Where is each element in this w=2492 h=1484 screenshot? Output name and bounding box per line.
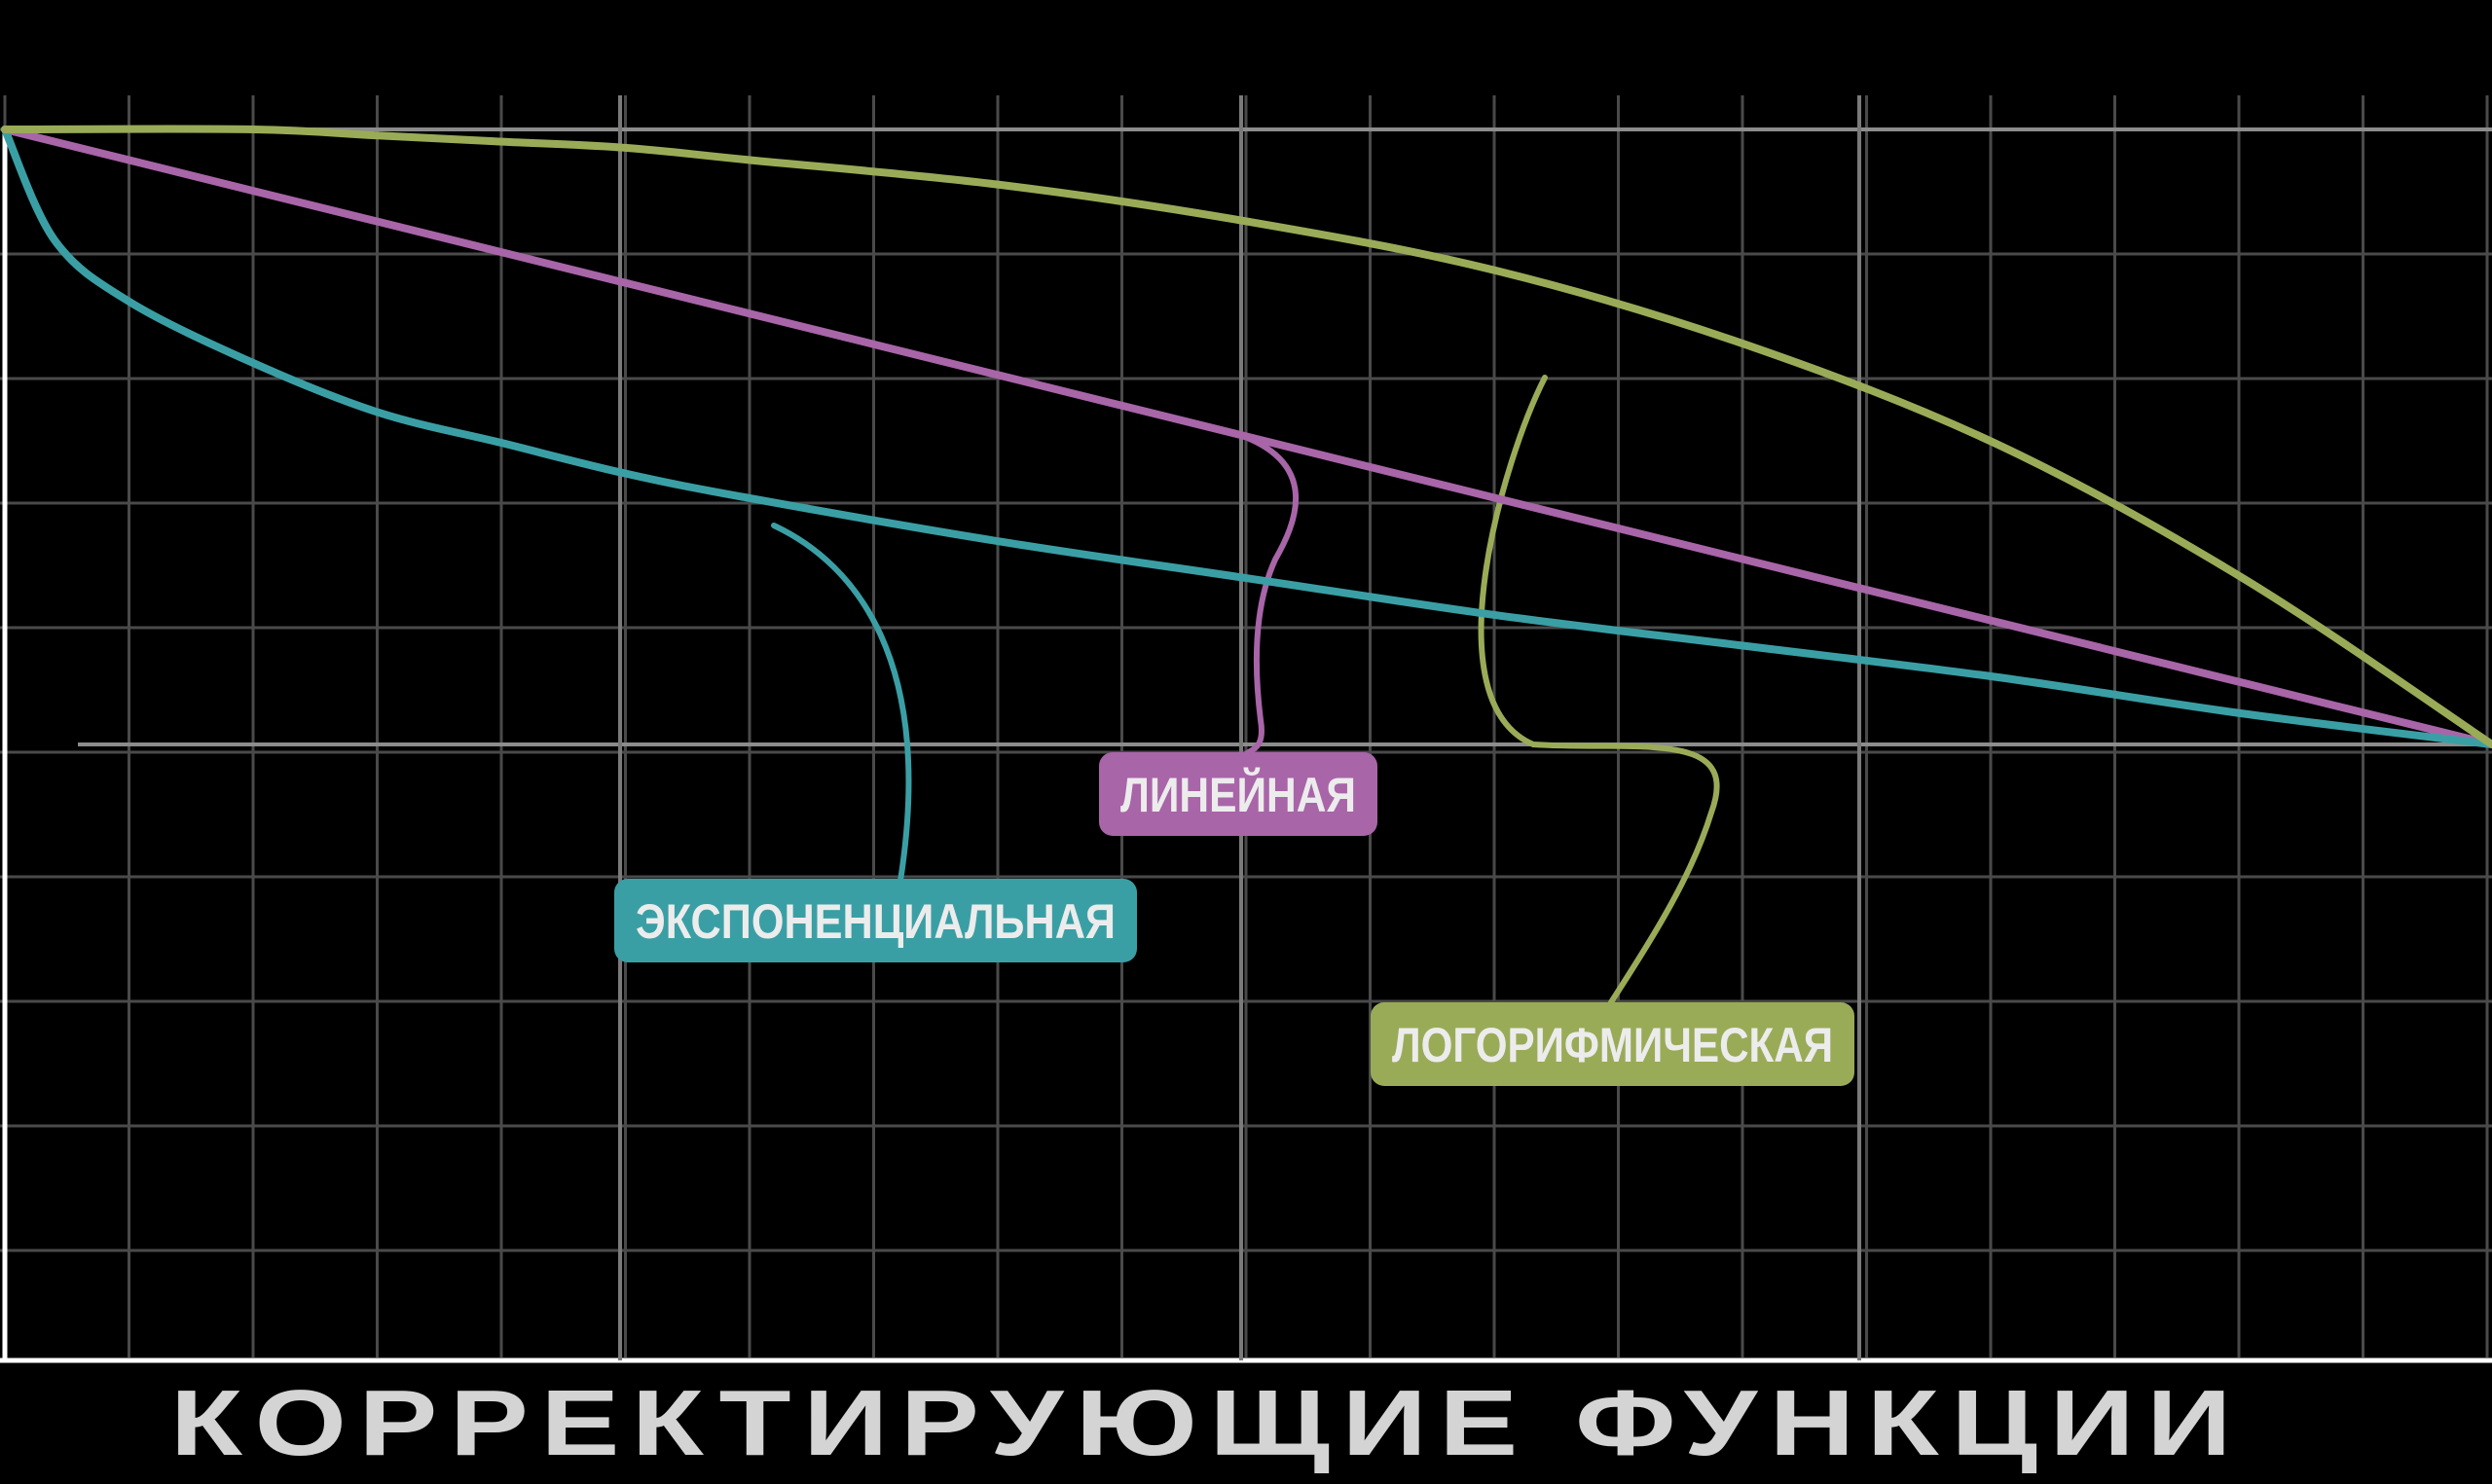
exponential-label-text: ЭКСПОНЕНЦИАЛЬНАЯ [636, 894, 1116, 949]
linear-leader-line [1231, 430, 1300, 757]
linear-label: ЛИНЕЙНАЯ [1099, 752, 1377, 836]
chart: ЛИНЕЙНАЯЭКСПОНЕНЦИАЛЬНАЯЛОГОРИФМИЧЕСКАЯ … [0, 95, 2492, 1475]
chart-title: КОРРЕКТИРУЮЩИЕ ФУНКЦИИ [170, 1371, 2244, 1475]
logarithmic-label-text: ЛОГОРИФМИЧЕСКАЯ [1392, 1018, 1833, 1072]
logarithmic-leader-line [1478, 375, 1720, 1005]
exponential-leader-line [771, 523, 912, 884]
linear-label-text: ЛИНЕЙНАЯ [1120, 767, 1356, 822]
legend-labels: ЛИНЕЙНАЯ ЭКСПОНЕНЦИАЛЬНАЯ ЛОГОРИФМИЧЕСКАЯ [614, 752, 1854, 1086]
exponential-label: ЭКСПОНЕНЦИАЛЬНАЯ [614, 879, 1137, 962]
grid [0, 95, 2492, 1357]
logarithmic-label: ЛОГОРИФМИЧЕСКАЯ [1371, 1002, 1854, 1086]
